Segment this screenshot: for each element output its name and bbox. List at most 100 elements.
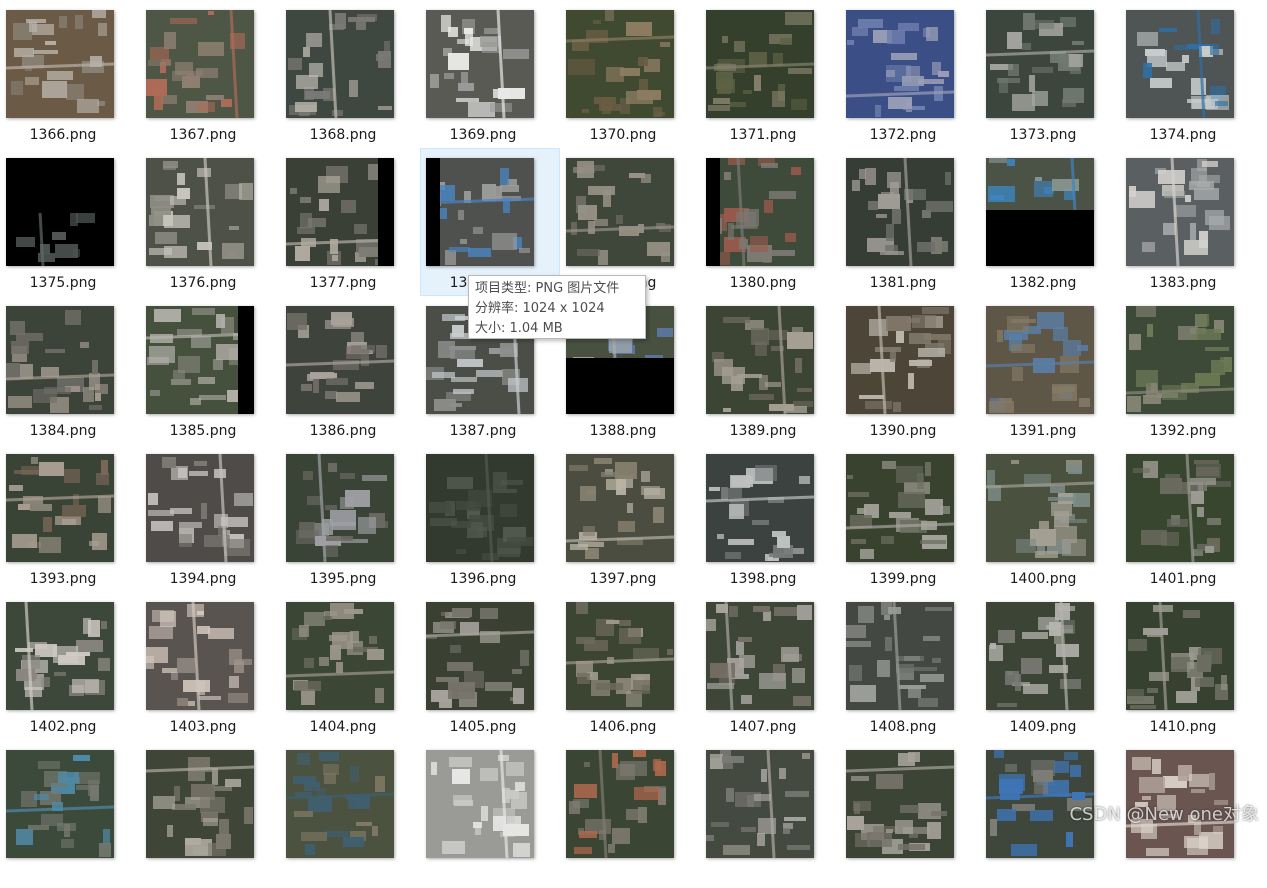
- image-thumbnail[interactable]: [986, 158, 1094, 266]
- image-thumbnail[interactable]: [426, 750, 534, 858]
- image-thumbnail[interactable]: [566, 158, 674, 266]
- file-item[interactable]: 1382.png: [980, 148, 1120, 296]
- image-thumbnail[interactable]: [846, 750, 954, 858]
- file-item[interactable]: 1402.png: [0, 592, 140, 740]
- file-item[interactable]: 1401.png: [1120, 444, 1260, 592]
- image-thumbnail[interactable]: [146, 602, 254, 710]
- file-item[interactable]: 1370.png: [560, 0, 700, 148]
- image-thumbnail[interactable]: [706, 158, 814, 266]
- image-thumbnail[interactable]: [146, 454, 254, 562]
- file-item[interactable]: 1409.png: [980, 592, 1120, 740]
- image-thumbnail[interactable]: [1126, 158, 1234, 266]
- file-item[interactable]: 1408.png: [840, 592, 980, 740]
- file-item[interactable]: 1400.png: [980, 444, 1120, 592]
- image-thumbnail[interactable]: [1126, 306, 1234, 414]
- image-thumbnail[interactable]: [146, 158, 254, 266]
- file-item[interactable]: 1395.png: [280, 444, 420, 592]
- image-thumbnail[interactable]: [706, 10, 814, 118]
- file-item[interactable]: 1366.png: [0, 0, 140, 148]
- file-item[interactable]: 1405.png: [420, 592, 560, 740]
- image-thumbnail[interactable]: [706, 306, 814, 414]
- file-item[interactable]: 1410.png: [1120, 592, 1260, 740]
- image-thumbnail[interactable]: [6, 454, 114, 562]
- file-item[interactable]: 1378.png: [420, 148, 560, 296]
- image-thumbnail[interactable]: [146, 306, 254, 414]
- file-item[interactable]: 1374.png: [1120, 0, 1260, 148]
- image-thumbnail[interactable]: [286, 306, 394, 414]
- image-thumbnail[interactable]: [286, 10, 394, 118]
- image-thumbnail[interactable]: [286, 602, 394, 710]
- file-item[interactable]: 1368.png: [280, 0, 420, 148]
- file-item[interactable]: 1403.png: [140, 592, 280, 740]
- image-thumbnail[interactable]: [566, 750, 674, 858]
- image-thumbnail[interactable]: [6, 602, 114, 710]
- file-item[interactable]: 1394.png: [140, 444, 280, 592]
- image-thumbnail[interactable]: [706, 454, 814, 562]
- file-item[interactable]: [280, 740, 420, 888]
- image-thumbnail[interactable]: [846, 10, 954, 118]
- file-item[interactable]: 1407.png: [700, 592, 840, 740]
- file-item[interactable]: 1377.png: [280, 148, 420, 296]
- file-item[interactable]: 1392.png: [1120, 296, 1260, 444]
- image-thumbnail[interactable]: [566, 10, 674, 118]
- file-item[interactable]: [560, 740, 700, 888]
- image-thumbnail[interactable]: [286, 750, 394, 858]
- image-thumbnail[interactable]: [426, 158, 534, 266]
- image-thumbnail[interactable]: [6, 10, 114, 118]
- file-item[interactable]: 1397.png: [560, 444, 700, 592]
- image-thumbnail[interactable]: [286, 158, 394, 266]
- file-item[interactable]: 1393.png: [0, 444, 140, 592]
- image-thumbnail[interactable]: [286, 454, 394, 562]
- image-thumbnail[interactable]: [986, 454, 1094, 562]
- file-item[interactable]: 1398.png: [700, 444, 840, 592]
- file-item[interactable]: 1369.png: [420, 0, 560, 148]
- image-thumbnail[interactable]: [986, 306, 1094, 414]
- file-item[interactable]: [420, 740, 560, 888]
- file-item[interactable]: [840, 740, 980, 888]
- file-item[interactable]: 1380.png: [700, 148, 840, 296]
- image-thumbnail[interactable]: [846, 158, 954, 266]
- file-item[interactable]: 1389.png: [700, 296, 840, 444]
- image-thumbnail[interactable]: [146, 750, 254, 858]
- image-thumbnail[interactable]: [846, 454, 954, 562]
- file-item[interactable]: 1375.png: [0, 148, 140, 296]
- file-item[interactable]: 1386.png: [280, 296, 420, 444]
- file-item[interactable]: 1385.png: [140, 296, 280, 444]
- file-item[interactable]: 1404.png: [280, 592, 420, 740]
- image-thumbnail[interactable]: [846, 306, 954, 414]
- image-thumbnail[interactable]: [706, 602, 814, 710]
- file-item[interactable]: [700, 740, 840, 888]
- image-thumbnail[interactable]: [706, 750, 814, 858]
- image-thumbnail[interactable]: [566, 454, 674, 562]
- image-thumbnail[interactable]: [1126, 10, 1234, 118]
- file-item[interactable]: 1390.png: [840, 296, 980, 444]
- image-thumbnail[interactable]: [986, 602, 1094, 710]
- image-thumbnail[interactable]: [6, 158, 114, 266]
- image-thumbnail[interactable]: [566, 602, 674, 710]
- image-thumbnail[interactable]: [846, 602, 954, 710]
- file-item[interactable]: 1376.png: [140, 148, 280, 296]
- file-item[interactable]: 1371.png: [700, 0, 840, 148]
- image-thumbnail[interactable]: [6, 306, 114, 414]
- file-item[interactable]: 1383.png: [1120, 148, 1260, 296]
- file-item[interactable]: 1384.png: [0, 296, 140, 444]
- image-thumbnail[interactable]: [426, 10, 534, 118]
- image-thumbnail[interactable]: [6, 750, 114, 858]
- file-item[interactable]: 1379.png: [560, 148, 700, 296]
- image-thumbnail[interactable]: [426, 454, 534, 562]
- file-item[interactable]: 1396.png: [420, 444, 560, 592]
- file-item[interactable]: 1373.png: [980, 0, 1120, 148]
- image-thumbnail[interactable]: [1126, 602, 1234, 710]
- image-thumbnail[interactable]: [986, 10, 1094, 118]
- file-item[interactable]: [140, 740, 280, 888]
- file-item[interactable]: 1391.png: [980, 296, 1120, 444]
- file-item[interactable]: 1367.png: [140, 0, 280, 148]
- file-item[interactable]: 1381.png: [840, 148, 980, 296]
- file-item[interactable]: 1372.png: [840, 0, 980, 148]
- image-thumbnail[interactable]: [1126, 454, 1234, 562]
- file-item[interactable]: 1399.png: [840, 444, 980, 592]
- file-item[interactable]: 1406.png: [560, 592, 700, 740]
- image-thumbnail[interactable]: [146, 10, 254, 118]
- image-thumbnail[interactable]: [426, 602, 534, 710]
- file-item[interactable]: [0, 740, 140, 888]
